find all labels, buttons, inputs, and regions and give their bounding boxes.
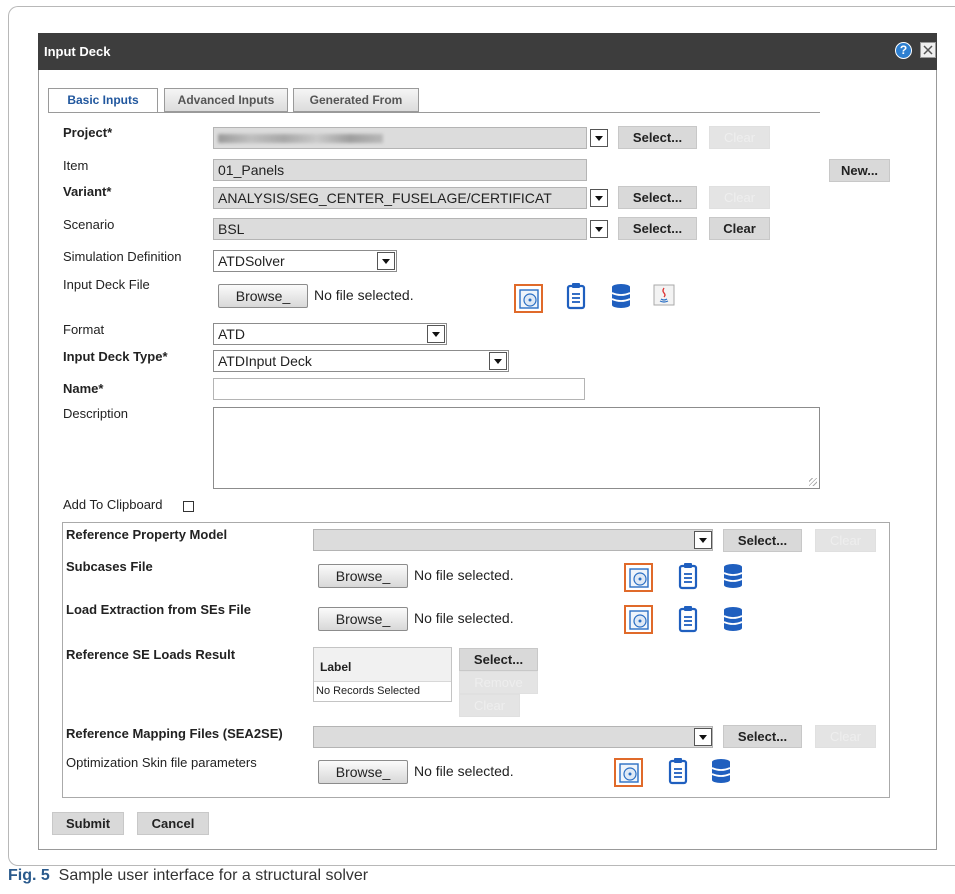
input-deck-type-label: Input Deck Type* bbox=[63, 349, 168, 364]
disc-icon[interactable] bbox=[514, 284, 543, 313]
variant-clear-button[interactable]: Clear bbox=[709, 186, 770, 209]
reference-property-model-field[interactable] bbox=[313, 529, 713, 551]
name-label: Name* bbox=[63, 381, 104, 396]
clipboard-icon[interactable] bbox=[678, 562, 698, 593]
tab-advanced-inputs[interactable]: Advanced Inputs bbox=[164, 88, 288, 112]
chevron-down-icon[interactable] bbox=[590, 220, 608, 238]
reference-property-model-label: Reference Property Model bbox=[66, 527, 228, 542]
chevron-down-icon[interactable] bbox=[377, 252, 395, 270]
disc-icon[interactable] bbox=[614, 758, 643, 787]
mapping-files-clear-button[interactable]: Clear bbox=[815, 725, 876, 748]
clipboard-icon[interactable] bbox=[668, 757, 688, 788]
property-model-clear-button[interactable]: Clear bbox=[815, 529, 876, 552]
se-loads-select-button[interactable]: Select... bbox=[459, 648, 538, 671]
figure-caption: Fig. 5 Sample user interface for a struc… bbox=[8, 867, 368, 885]
java-icon[interactable] bbox=[653, 284, 675, 309]
input-deck-browse-button[interactable]: Browse_ bbox=[218, 284, 308, 308]
input-deck-file-label: Input Deck File bbox=[63, 277, 150, 292]
database-icon[interactable] bbox=[722, 563, 744, 592]
reference-mapping-files-label: Reference Mapping Files (SEA2SE) bbox=[66, 726, 283, 741]
close-icon[interactable] bbox=[920, 42, 936, 58]
clipboard-icon[interactable] bbox=[678, 605, 698, 636]
chevron-down-icon[interactable] bbox=[590, 129, 608, 147]
window-titlebar: Input Deck ? bbox=[38, 33, 937, 70]
subcases-file-status: No file selected. bbox=[414, 567, 514, 583]
database-icon[interactable] bbox=[610, 283, 632, 312]
reference-se-loads-label: Reference SE Loads Result bbox=[66, 647, 236, 662]
property-model-select-button[interactable]: Select... bbox=[723, 529, 802, 552]
submit-button[interactable]: Submit bbox=[52, 812, 124, 835]
grid-header-label: Label bbox=[314, 648, 451, 682]
scenario-clear-button[interactable]: Clear bbox=[709, 217, 770, 240]
optimization-skin-file-status: No file selected. bbox=[414, 763, 514, 779]
format-select[interactable]: ATD bbox=[213, 323, 447, 345]
help-icon[interactable]: ? bbox=[895, 42, 912, 59]
resize-handle[interactable] bbox=[809, 478, 817, 486]
optimization-skin-label: Optimization Skin file parameters bbox=[66, 755, 257, 770]
project-select-button[interactable]: Select... bbox=[618, 126, 697, 149]
item-field[interactable]: 01_Panels bbox=[213, 159, 587, 181]
tab-divider bbox=[48, 112, 820, 113]
subcases-browse-button[interactable]: Browse_ bbox=[318, 564, 408, 588]
add-to-clipboard-checkbox[interactable] bbox=[183, 501, 194, 512]
load-extraction-browse-button[interactable]: Browse_ bbox=[318, 607, 408, 631]
disc-icon[interactable] bbox=[624, 563, 653, 592]
add-to-clipboard-label: Add To Clipboard bbox=[63, 497, 163, 512]
figure-caption-text: Sample user interface for a structural s… bbox=[58, 867, 369, 884]
se-loads-remove-button[interactable]: Remove bbox=[459, 671, 538, 694]
new-item-button[interactable]: New... bbox=[829, 159, 890, 182]
cancel-button[interactable]: Cancel bbox=[137, 812, 209, 835]
variant-field[interactable]: ANALYSIS/SEG_CENTER_FUSELAGE/CERTIFICAT bbox=[213, 187, 587, 209]
name-input[interactable] bbox=[213, 378, 585, 400]
item-label: Item bbox=[63, 158, 89, 173]
clipboard-icon[interactable] bbox=[566, 282, 586, 313]
variant-label: Variant* bbox=[63, 184, 112, 199]
load-extraction-file-status: No file selected. bbox=[414, 610, 514, 626]
disc-icon[interactable] bbox=[624, 605, 653, 634]
database-icon[interactable] bbox=[722, 606, 744, 635]
scenario-label: Scenario bbox=[63, 217, 115, 232]
chevron-down-icon[interactable] bbox=[489, 352, 507, 370]
chevron-down-icon[interactable] bbox=[590, 189, 608, 207]
tab-generated-from[interactable]: Generated From bbox=[293, 88, 419, 112]
figure-number: Fig. 5 bbox=[8, 867, 50, 884]
input-deck-type-select[interactable]: ATDInput Deck bbox=[213, 350, 509, 372]
project-clear-button[interactable]: Clear bbox=[709, 126, 770, 149]
tab-basic-inputs[interactable]: Basic Inputs bbox=[48, 88, 158, 113]
scenario-field[interactable]: BSL bbox=[213, 218, 587, 240]
load-extraction-label: Load Extraction from SEs File bbox=[66, 602, 251, 617]
format-label: Format bbox=[63, 322, 105, 337]
optimization-skin-browse-button[interactable]: Browse_ bbox=[318, 760, 408, 784]
chevron-down-icon[interactable] bbox=[427, 325, 445, 343]
project-field[interactable] bbox=[213, 127, 587, 149]
chevron-down-icon[interactable] bbox=[694, 531, 712, 549]
database-icon[interactable] bbox=[710, 758, 732, 787]
se-loads-grid: Label No Records Selected bbox=[313, 647, 452, 702]
description-textarea[interactable] bbox=[213, 407, 820, 489]
scenario-select-button[interactable]: Select... bbox=[618, 217, 697, 240]
blurred-project-value bbox=[218, 134, 383, 143]
description-label: Description bbox=[63, 406, 129, 421]
grid-empty-message: No Records Selected bbox=[316, 685, 420, 697]
simulation-definition-label: Simulation Definition bbox=[63, 249, 182, 264]
se-loads-clear-button[interactable]: Clear bbox=[459, 694, 520, 717]
input-deck-file-status: No file selected. bbox=[314, 287, 414, 303]
window-title: Input Deck bbox=[44, 44, 111, 59]
subcases-file-label: Subcases File bbox=[66, 559, 153, 574]
chevron-down-icon[interactable] bbox=[694, 728, 712, 746]
reference-mapping-files-field[interactable] bbox=[313, 726, 713, 748]
mapping-files-select-button[interactable]: Select... bbox=[723, 725, 802, 748]
variant-select-button[interactable]: Select... bbox=[618, 186, 697, 209]
project-label: Project* bbox=[63, 125, 113, 140]
simulation-definition-select[interactable]: ATDSolver bbox=[213, 250, 397, 272]
